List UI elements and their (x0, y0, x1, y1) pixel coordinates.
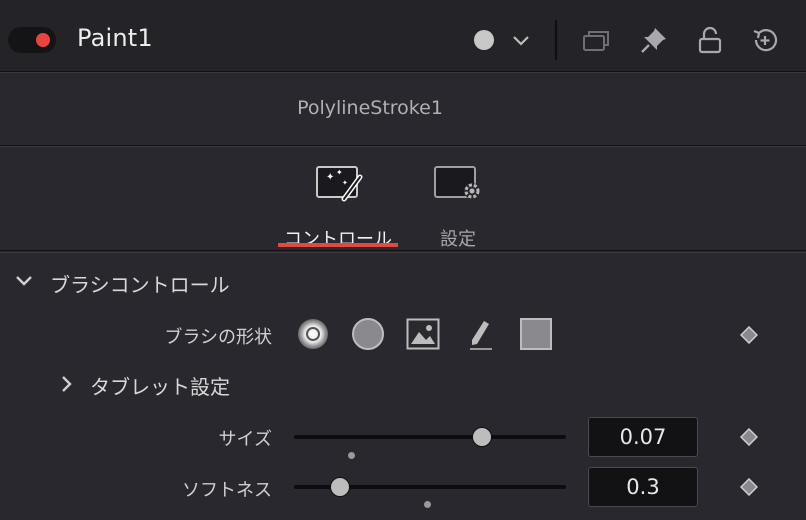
chevron-down-icon[interactable] (14, 273, 34, 289)
node-enable-toggle[interactable] (8, 27, 56, 53)
softness-slider-handle[interactable] (330, 477, 351, 497)
softness-label: ソフトネス (182, 480, 272, 501)
tab-settings[interactable]: 設定 (398, 161, 518, 251)
active-tab-underline (278, 243, 398, 247)
single-pixel-brush-icon[interactable] (464, 317, 498, 351)
tablet-settings-title[interactable]: タブレット設定 (90, 371, 230, 400)
chevron-down-icon[interactable] (510, 30, 532, 50)
brush-shape-label: ブラシの形状 (164, 327, 272, 348)
enabled-indicator (36, 33, 50, 47)
node-title: Paint1 (77, 24, 153, 52)
chevron-right-icon[interactable] (58, 374, 74, 394)
square-brush-icon[interactable] (519, 317, 553, 351)
pin-icon[interactable] (638, 24, 670, 56)
versions-icon[interactable] (580, 24, 612, 56)
inspector-header: Paint1 (0, 0, 806, 72)
tab-controls[interactable]: ✦ ✦ ✦ コントロール (278, 161, 398, 251)
image-brush-icon[interactable] (406, 317, 440, 351)
size-label: サイズ (218, 429, 272, 450)
settings-screen-icon (434, 166, 480, 199)
controls-panel: ブラシコントロール ブラシの形状 タブレット設定 サイズ 0.07 ソフトネス … (0, 252, 806, 520)
magic-wand-icon: ✦ ✦ ✦ (316, 166, 363, 202)
color-circle-icon[interactable] (474, 30, 494, 50)
keyframe-diamond-icon[interactable] (740, 326, 758, 344)
lock-icon[interactable] (694, 24, 726, 56)
size-slider-track[interactable] (294, 435, 566, 439)
circle-brush-icon[interactable] (351, 317, 385, 351)
svg-text:✦: ✦ (336, 168, 343, 177)
node-name: PolylineStroke1 (297, 97, 443, 119)
reset-icon[interactable] (749, 24, 781, 56)
tab-settings-label: 設定 (440, 229, 476, 250)
softness-value-field[interactable]: 0.3 (588, 467, 698, 507)
section-title-brush-controls[interactable]: ブラシコントロール (50, 269, 230, 298)
size-slider-handle[interactable] (471, 427, 492, 447)
svg-text:✦: ✦ (326, 172, 334, 183)
soft-brush-icon[interactable] (296, 317, 330, 351)
softness-default-marker (423, 501, 431, 508)
size-value-field[interactable]: 0.07 (588, 417, 698, 457)
svg-text:✦: ✦ (342, 179, 348, 187)
keyframe-diamond-icon[interactable] (740, 428, 758, 446)
tab-controls-label: コントロール (284, 229, 392, 250)
header-divider (555, 20, 557, 60)
inspector-tabs: ✦ ✦ ✦ コントロール 設定 (0, 146, 806, 251)
size-default-marker (347, 452, 355, 459)
node-name-bar: PolylineStroke1 (0, 72, 806, 146)
keyframe-diamond-icon[interactable] (740, 478, 758, 496)
